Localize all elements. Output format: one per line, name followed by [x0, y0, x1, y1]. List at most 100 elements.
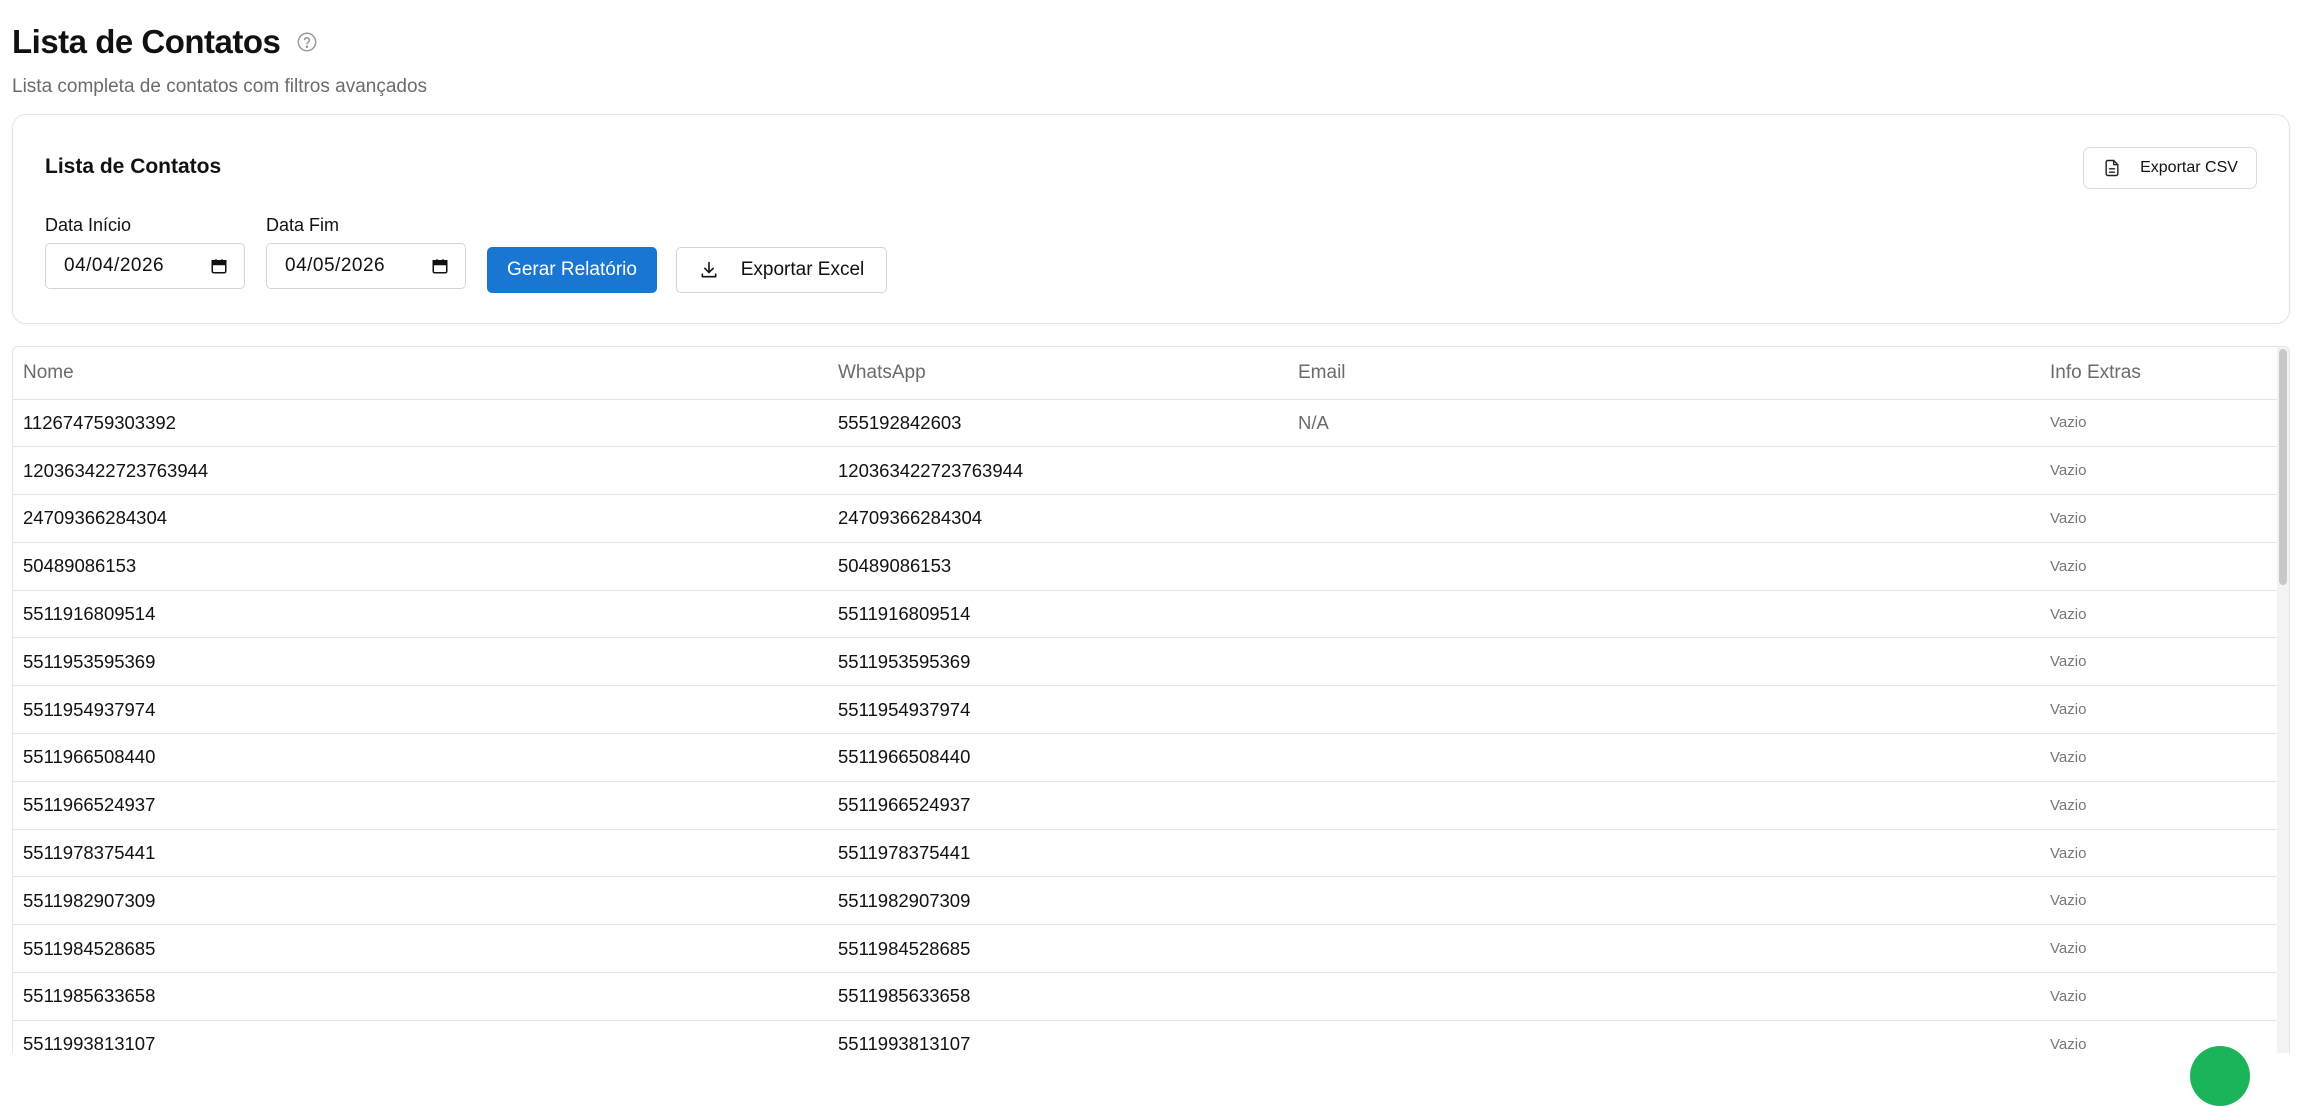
table-row[interactable]: 5511982907309 5511982907309 Vazio [13, 876, 2279, 926]
cell-info-extras: Vazio [2040, 924, 2279, 974]
cell-whatsapp: 5511966524937 [828, 781, 1288, 830]
cell-nome: 24709366284304 [13, 494, 828, 543]
table-row[interactable]: 5511916809514 5511916809514 Vazio [13, 590, 2279, 639]
table-row[interactable]: 50489086153 50489086153 Vazio [13, 542, 2279, 591]
cell-email [1288, 829, 2040, 878]
cell-nome: 50489086153 [13, 542, 828, 591]
cell-info-extras: Vazio [2040, 446, 2279, 496]
table-scrollbar[interactable] [2277, 347, 2289, 1053]
card-title: Lista de Contatos [45, 155, 222, 178]
cell-info-extras: Vazio [2040, 876, 2279, 926]
table-row[interactable]: 5511966508440 5511966508440 Vazio [13, 733, 2279, 782]
scrollbar-thumb[interactable] [2279, 349, 2287, 585]
cell-email [1288, 446, 2040, 496]
cell-whatsapp: 5511984528685 [828, 924, 1288, 974]
cell-email [1288, 733, 2040, 782]
page-header: Lista de Contatos Lista completa de cont… [12, 0, 2292, 98]
start-date-value: 04/04/2026 [64, 255, 165, 276]
export-csv-label: Exportar CSV [2140, 159, 2238, 176]
contacts-table-container: Nome WhatsApp Email Info Extras 11267475… [12, 346, 2290, 1053]
end-date-value: 04/05/2026 [285, 255, 386, 276]
end-date-field: Data Fim 04/05/2026 [266, 215, 466, 289]
cell-whatsapp: 5511993813107 [828, 1020, 1288, 1053]
table-row[interactable]: 5511954937974 5511954937974 Vazio [13, 685, 2279, 735]
table-row[interactable]: 5511985633658 5511985633658 Vazio [13, 972, 2279, 1021]
cell-whatsapp: 120363422723763944 [828, 446, 1288, 496]
cell-nome: 5511985633658 [13, 972, 828, 1021]
help-circle-icon[interactable] [296, 31, 318, 53]
table-row[interactable]: 5511966524937 5511966524937 Vazio [13, 781, 2279, 830]
cell-whatsapp: 5511954937974 [828, 685, 1288, 735]
calendar-icon[interactable] [431, 257, 449, 275]
table-row[interactable]: 120363422723763944 120363422723763944 Va… [13, 446, 2279, 496]
cell-nome: 120363422723763944 [13, 446, 828, 496]
cell-nome: 5511953595369 [13, 637, 828, 687]
export-excel-button[interactable]: Exportar Excel [676, 247, 887, 293]
contacts-page: Lista de Contatos Lista completa de cont… [0, 0, 2304, 1053]
cell-whatsapp: 5511985633658 [828, 972, 1288, 1021]
cell-nome: 5511982907309 [13, 876, 828, 926]
table-header-row: Nome WhatsApp Email Info Extras [13, 347, 2279, 400]
calendar-icon[interactable] [210, 257, 228, 275]
cell-email [1288, 494, 2040, 543]
cell-whatsapp: 24709366284304 [828, 494, 1288, 543]
column-header-nome[interactable]: Nome [13, 347, 828, 400]
start-date-field: Data Início 04/04/2026 [45, 215, 245, 289]
cell-email [1288, 876, 2040, 926]
generate-report-button[interactable]: Gerar Relatório [487, 247, 657, 293]
download-icon [699, 260, 719, 280]
cell-info-extras: Vazio [2040, 829, 2279, 878]
cell-whatsapp: 50489086153 [828, 542, 1288, 591]
cell-email [1288, 924, 2040, 974]
column-header-info-extras[interactable]: Info Extras [2040, 347, 2279, 400]
cell-info-extras: Vazio [2040, 542, 2279, 591]
cell-nome: 5511966524937 [13, 781, 828, 830]
cell-whatsapp: 5511953595369 [828, 637, 1288, 687]
start-date-label: Data Início [45, 215, 132, 235]
cell-whatsapp: 5511978375441 [828, 829, 1288, 878]
cell-email [1288, 590, 2040, 639]
column-header-whatsapp[interactable]: WhatsApp [828, 347, 1288, 400]
cell-whatsapp: 5511916809514 [828, 590, 1288, 639]
cell-info-extras: Vazio [2040, 685, 2279, 735]
cell-nome: 5511916809514 [13, 590, 828, 639]
chat-fab-button[interactable] [2190, 1046, 2250, 1106]
cell-email [1288, 542, 2040, 591]
cell-email: N/A [1288, 399, 2040, 448]
cell-info-extras: Vazio [2040, 1020, 2279, 1053]
cell-nome: 5511984528685 [13, 924, 828, 974]
page-title: Lista de Contatos [12, 23, 281, 60]
end-date-input[interactable]: 04/05/2026 [266, 243, 466, 289]
cell-info-extras: Vazio [2040, 781, 2279, 830]
table-row[interactable]: 5511978375441 5511978375441 Vazio [13, 829, 2279, 878]
cell-email [1288, 972, 2040, 1021]
title-row: Lista de Contatos [12, 22, 2292, 62]
export-csv-button[interactable]: Exportar CSV [2083, 147, 2257, 189]
column-header-email[interactable]: Email [1288, 347, 2040, 400]
cell-email [1288, 685, 2040, 735]
cell-info-extras: Vazio [2040, 494, 2279, 543]
cell-info-extras: Vazio [2040, 399, 2279, 448]
cell-nome: 5511993813107 [13, 1020, 828, 1053]
cell-nome: 5511954937974 [13, 685, 828, 735]
cell-whatsapp: 5511982907309 [828, 876, 1288, 926]
start-date-input[interactable]: 04/04/2026 [45, 243, 245, 289]
contacts-table: Nome WhatsApp Email Info Extras 11267475… [13, 347, 2279, 1053]
cell-nome: 112674759303392 [13, 399, 828, 448]
cell-info-extras: Vazio [2040, 590, 2279, 639]
page-subtitle: Lista completa de contatos com filtros a… [12, 76, 428, 97]
table-row[interactable]: 5511984528685 5511984528685 Vazio [13, 924, 2279, 974]
cell-nome: 5511978375441 [13, 829, 828, 878]
table-row[interactable]: 24709366284304 24709366284304 Vazio [13, 494, 2279, 543]
table-row[interactable]: 5511953595369 5511953595369 Vazio [13, 637, 2279, 687]
table-row[interactable]: 112674759303392 555192842603 N/A Vazio [13, 399, 2279, 448]
filters-card: Lista de Contatos Exportar CSV Data Iníc… [12, 114, 2290, 324]
cell-whatsapp: 5511966508440 [828, 733, 1288, 782]
cell-info-extras: Vazio [2040, 972, 2279, 1021]
cell-email [1288, 1020, 2040, 1053]
cell-nome: 5511966508440 [13, 733, 828, 782]
end-date-label: Data Fim [266, 215, 340, 235]
cell-info-extras: Vazio [2040, 733, 2279, 782]
table-row[interactable]: 5511993813107 5511993813107 Vazio [13, 1020, 2279, 1053]
cell-email [1288, 637, 2040, 687]
